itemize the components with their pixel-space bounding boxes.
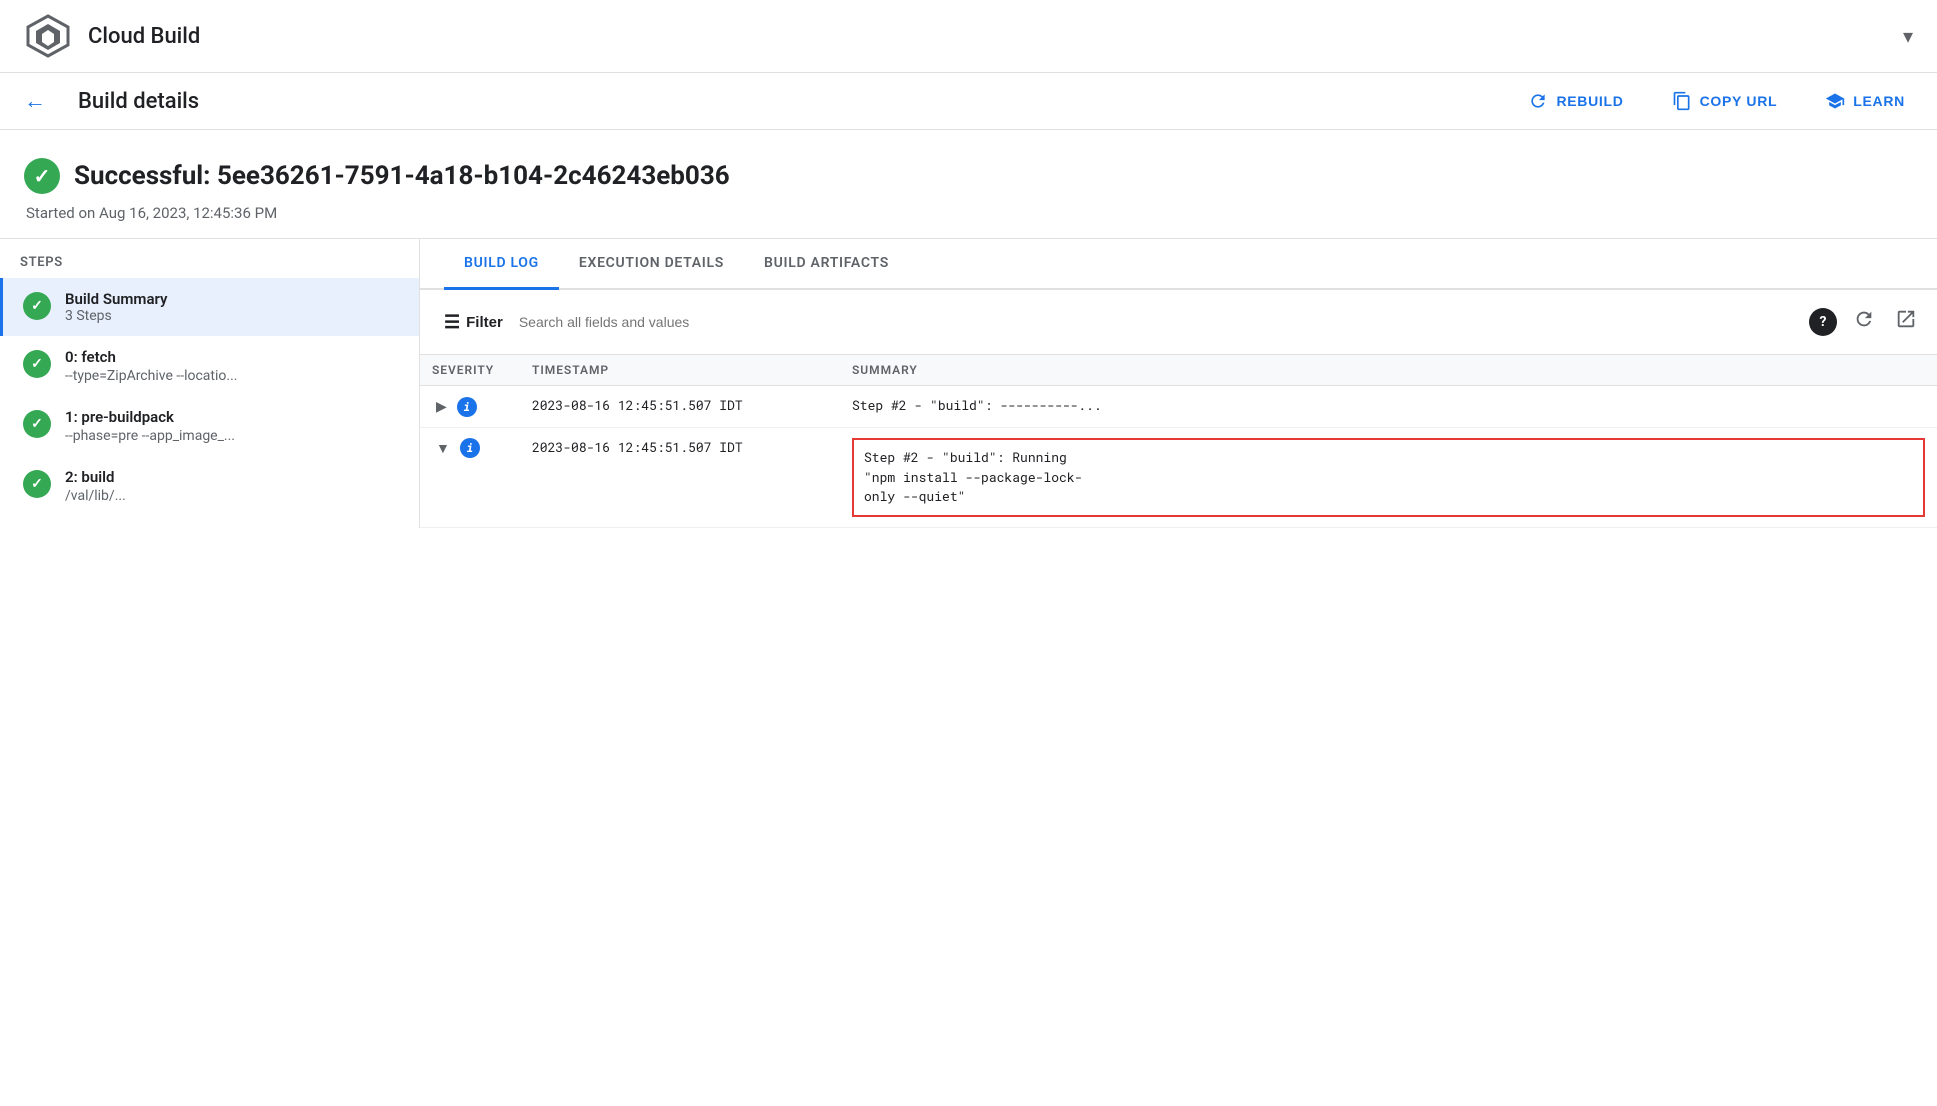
main-content: Steps Build Summary 3 Steps 0: fetch --t… <box>0 238 1937 528</box>
log-table-container: SEVERITY TIMESTAMP SUMMARY ▶ i <box>420 355 1937 528</box>
step-sub-fetch: --type=ZipArchive --locatio... <box>65 368 325 384</box>
rebuild-button[interactable]: REBUILD <box>1520 85 1631 117</box>
row2-timestamp: 2023-08-16 12:45:51.507 IDT <box>520 428 840 528</box>
toolbar: ← Build details REBUILD COPY URL LEARN <box>0 73 1937 130</box>
table-row: ▼ i 2023-08-16 12:45:51.507 IDT Step #2 … <box>420 428 1937 528</box>
step-name-build: 2: build <box>65 468 399 486</box>
step-success-icon <box>23 292 51 320</box>
row2-summary: Step #2 - "build": Running"npm install -… <box>840 428 1937 528</box>
step-info-build: 2: build /val/lib/... <box>65 468 399 504</box>
search-input[interactable] <box>519 314 1801 330</box>
page-title: Build details <box>78 89 199 114</box>
app-header: Cloud Build ▾ <box>0 0 1937 73</box>
tabs: BUILD LOG EXECUTION DETAILS BUILD ARTIFA… <box>420 239 1937 290</box>
tab-build-artifacts[interactable]: BUILD ARTIFACTS <box>744 239 909 290</box>
filter-icon: ☰ <box>444 312 460 333</box>
build-started: Started on Aug 16, 2023, 12:45:36 PM <box>26 204 1913 222</box>
step-name-fetch: 0: fetch <box>65 348 399 366</box>
row1-expand-button[interactable]: ▶ <box>432 396 451 417</box>
filter-bar: ☰ Filter ? <box>420 290 1937 355</box>
refresh-button[interactable] <box>1849 304 1879 340</box>
build-status-title: Successful: 5ee36261-7591-4a18-b104-2c46… <box>24 158 1913 194</box>
step-info-prebuildpack: 1: pre-buildpack --phase=pre --app_image… <box>65 408 399 444</box>
rebuild-label: REBUILD <box>1556 93 1623 109</box>
row1-severity: ▶ i <box>420 386 520 428</box>
tab-execution-details[interactable]: EXECUTION DETAILS <box>559 239 744 290</box>
row1-summary: Step #2 - "build": ----------... <box>840 386 1937 428</box>
step-success-icon-build <box>23 470 51 498</box>
step-success-icon-prebuildpack <box>23 410 51 438</box>
table-row: ▶ i 2023-08-16 12:45:51.507 IDT Step #2 … <box>420 386 1937 428</box>
build-status-text: Successful: 5ee36261-7591-4a18-b104-2c46… <box>74 161 730 191</box>
app-header-left: Cloud Build <box>24 12 200 60</box>
row2-severity-badge: i <box>460 438 480 458</box>
build-status-section: Successful: 5ee36261-7591-4a18-b104-2c46… <box>0 130 1937 238</box>
cloud-build-logo <box>24 12 72 60</box>
steps-panel: Steps Build Summary 3 Steps 0: fetch --t… <box>0 239 420 528</box>
step-sub-build: /val/lib/... <box>65 488 325 504</box>
rebuild-icon <box>1528 91 1548 111</box>
step-item-build-summary[interactable]: Build Summary 3 Steps <box>0 278 419 336</box>
open-external-button[interactable] <box>1891 304 1921 340</box>
learn-button[interactable]: LEARN <box>1817 85 1913 117</box>
step-sub-prebuildpack: --phase=pre --app_image_... <box>65 428 325 444</box>
success-icon <box>24 158 60 194</box>
copy-icon <box>1672 91 1692 111</box>
tab-build-log[interactable]: BUILD LOG <box>444 239 559 290</box>
row1-severity-badge: i <box>457 397 477 417</box>
filter-label: Filter <box>466 314 503 331</box>
step-info: Build Summary 3 Steps <box>65 290 399 324</box>
row2-severity: ▼ i <box>420 428 520 528</box>
col-header-summary: SUMMARY <box>840 355 1937 386</box>
copy-url-label: COPY URL <box>1700 93 1778 109</box>
row2-expand-button[interactable]: ▼ <box>432 438 454 458</box>
step-count: 3 Steps <box>65 308 399 324</box>
col-header-severity: SEVERITY <box>420 355 520 386</box>
step-item-build[interactable]: 2: build /val/lib/... <box>0 456 419 516</box>
step-info-fetch: 0: fetch --type=ZipArchive --locatio... <box>65 348 399 384</box>
help-icon[interactable]: ? <box>1809 308 1837 336</box>
step-name-prebuildpack: 1: pre-buildpack <box>65 408 399 426</box>
step-item-fetch[interactable]: 0: fetch --type=ZipArchive --locatio... <box>0 336 419 396</box>
learn-icon <box>1825 91 1845 111</box>
step-name: Build Summary <box>65 290 399 308</box>
filter-actions: ? <box>1809 304 1921 340</box>
toolbar-actions: REBUILD COPY URL LEARN <box>1520 85 1913 117</box>
right-panel: BUILD LOG EXECUTION DETAILS BUILD ARTIFA… <box>420 239 1937 528</box>
step-item-prebuildpack[interactable]: 1: pre-buildpack --phase=pre --app_image… <box>0 396 419 456</box>
row1-timestamp: 2023-08-16 12:45:51.507 IDT <box>520 386 840 428</box>
filter-button[interactable]: ☰ Filter <box>436 308 511 337</box>
copy-url-button[interactable]: COPY URL <box>1664 85 1786 117</box>
col-header-timestamp: TIMESTAMP <box>520 355 840 386</box>
summary-highlighted-text: Step #2 - "build": Running"npm install -… <box>852 438 1925 517</box>
chevron-down-icon[interactable]: ▾ <box>1903 24 1913 48</box>
learn-label: LEARN <box>1853 93 1905 109</box>
step-success-icon-fetch <box>23 350 51 378</box>
back-button[interactable]: ← <box>24 88 46 114</box>
app-title: Cloud Build <box>88 24 200 49</box>
log-table: SEVERITY TIMESTAMP SUMMARY ▶ i <box>420 355 1937 528</box>
steps-header: Steps <box>0 239 419 278</box>
